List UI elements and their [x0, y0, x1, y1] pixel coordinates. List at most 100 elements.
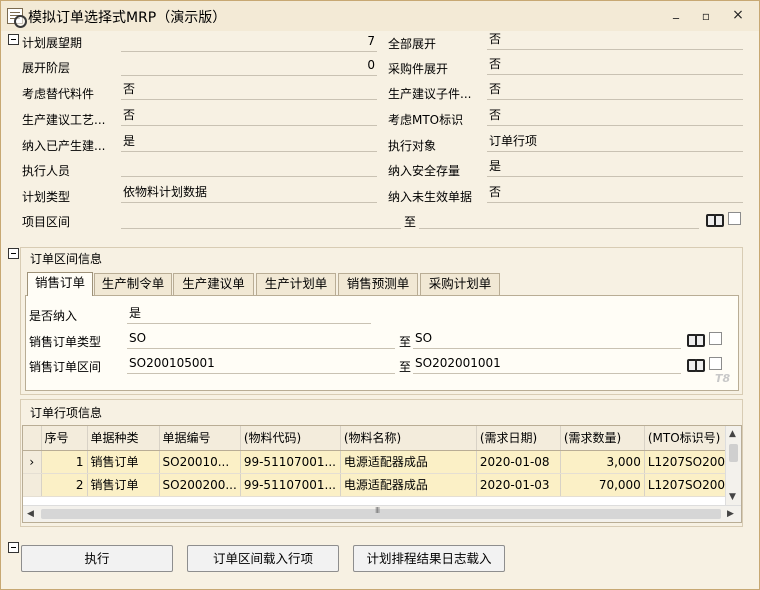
row-marker [23, 473, 42, 497]
order-range-label: 销售订单区间 [29, 360, 102, 374]
project-range-checkbox[interactable] [728, 212, 741, 225]
cell-demand-date[interactable]: 2020-01-08 [476, 450, 561, 474]
order-type-to-field[interactable]: SO [413, 329, 681, 349]
grid-horizontal-scrollbar[interactable]: ◀ ▶ [23, 505, 741, 522]
cell-demand-qty[interactable]: 3,000 [560, 450, 645, 474]
window-title: 模拟订单选择式MRP（演示版） [28, 10, 227, 26]
exec-object-field[interactable]: 订单行项 [487, 132, 743, 152]
order-range-collapse-icon[interactable] [8, 248, 19, 259]
title-bar: 模拟订单选择式MRP（演示版） _ ▫ × [1, 1, 759, 31]
cell-item-code[interactable]: 99-51107001... [240, 473, 341, 497]
cell-item-name[interactable]: 电源适配器成品 [340, 473, 477, 497]
plan-type-field[interactable]: 依物料计划数据 [121, 183, 377, 203]
include-safety-stock-field[interactable]: 是 [487, 157, 743, 177]
row-header-corner [23, 426, 42, 451]
order-type-lookup-icon[interactable] [687, 331, 705, 347]
col-header-doc-type[interactable]: 单据种类 [87, 426, 160, 451]
project-range-to-field[interactable] [419, 209, 699, 229]
col-header-item-code[interactable]: (物料代码) [240, 426, 341, 451]
cell-demand-date[interactable]: 2020-01-03 [476, 473, 561, 497]
grid-vertical-scrollbar[interactable]: ▲ ▼ [725, 426, 741, 506]
plan-period-label: 计划展望期 [22, 36, 83, 50]
executor-label: 执行人员 [22, 164, 71, 178]
params-collapse-icon[interactable] [8, 34, 19, 45]
consider-mto-label: 考虑MTO标识 [388, 113, 464, 127]
row-marker: › [23, 450, 42, 474]
production-suggest-process-field[interactable]: 否 [121, 106, 377, 126]
plan-type-label: 计划类型 [22, 190, 71, 204]
project-range-from-field[interactable] [121, 209, 401, 229]
production-suggest-sub-field[interactable]: 否 [487, 80, 743, 100]
order-lines-title: 订单行项信息 [30, 406, 103, 420]
minimize-button[interactable]: _ [669, 5, 683, 19]
include-unapproved-field[interactable]: 否 [487, 183, 743, 203]
order-type-label: 销售订单类型 [29, 335, 102, 349]
consider-substitute-field[interactable]: 否 [121, 80, 377, 100]
col-header-item-name[interactable]: (物料名称) [340, 426, 477, 451]
include-safety-stock-label: 纳入安全存量 [388, 164, 461, 178]
order-type-to-label: 至 [399, 335, 412, 349]
tab-sales-order[interactable]: 销售订单 [27, 272, 93, 296]
cell-seq[interactable]: 2 [41, 473, 88, 497]
plan-period-field[interactable]: 7 [121, 32, 377, 52]
load-log-button[interactable]: 计划排程结果日志载入 [353, 545, 505, 572]
order-range-lookup-icon[interactable] [687, 356, 705, 372]
scroll-right-icon[interactable]: ▶ [727, 509, 734, 519]
table-row[interactable]: 2 销售订单 SO200200... 99-51107001... 电源适配器成… [23, 473, 741, 497]
expand-level-label: 展开阶层 [22, 61, 71, 75]
expand-level-field[interactable]: 0 [121, 56, 377, 76]
execute-button[interactable]: 执行 [21, 545, 173, 572]
cell-doc-type[interactable]: 销售订单 [87, 473, 160, 497]
tab-production-order[interactable]: 生产制令单 [94, 273, 172, 295]
vertical-scroll-thumb[interactable] [729, 444, 738, 462]
tab-sales-forecast[interactable]: 销售预测单 [338, 273, 418, 295]
load-range-button[interactable]: 订单区间载入行项 [187, 545, 339, 572]
production-suggest-process-label: 生产建议工艺... [22, 113, 106, 127]
order-type-checkbox[interactable] [709, 332, 722, 345]
order-range-checkbox[interactable] [709, 357, 722, 370]
cell-item-code[interactable]: 99-51107001... [240, 450, 341, 474]
col-header-demand-date[interactable]: (需求日期) [476, 426, 561, 451]
include-produced-field[interactable]: 是 [121, 132, 377, 152]
expand-all-label: 全部展开 [388, 37, 437, 51]
order-type-from-field[interactable]: SO [127, 329, 395, 349]
include-field[interactable]: 是 [127, 304, 371, 324]
cell-doc-no[interactable]: SO200200... [159, 473, 241, 497]
production-suggest-sub-label: 生产建议子件... [388, 87, 472, 101]
order-lines-grid: 序号 单据种类 单据编号 (物料代码) (物料名称) (需求日期) (需求数量)… [22, 425, 742, 523]
project-range-lookup-icon[interactable] [706, 211, 724, 227]
app-icon [7, 8, 27, 28]
maximize-button[interactable]: ▫ [699, 9, 713, 23]
cell-doc-type[interactable]: 销售订单 [87, 450, 160, 474]
scroll-down-icon[interactable]: ▼ [729, 492, 736, 502]
cell-item-name[interactable]: 电源适配器成品 [340, 450, 477, 474]
purchase-expand-label: 采购件展开 [388, 62, 449, 76]
actions-collapse-icon[interactable] [8, 542, 19, 553]
table-row[interactable]: › 1 销售订单 SO20010... 99-51107001... 电源适配器… [23, 450, 741, 474]
consider-mto-field[interactable]: 否 [487, 106, 743, 126]
col-header-doc-no[interactable]: 单据编号 [159, 426, 241, 451]
project-range-to-label: 至 [404, 215, 417, 229]
order-range-to-field[interactable]: SO202001001 [413, 354, 681, 374]
tab-production-suggestion[interactable]: 生产建议单 [173, 273, 254, 295]
tab-production-plan[interactable]: 生产计划单 [256, 273, 336, 295]
expand-all-field[interactable]: 否 [487, 30, 743, 50]
scroll-left-icon[interactable]: ◀ [27, 509, 34, 519]
scroll-up-icon[interactable]: ▲ [729, 429, 736, 439]
cell-demand-qty[interactable]: 70,000 [560, 473, 645, 497]
cell-doc-no[interactable]: SO20010... [159, 450, 241, 474]
col-header-demand-qty[interactable]: (需求数量) [560, 426, 645, 451]
executor-field[interactable] [121, 157, 377, 177]
exec-object-label: 执行对象 [388, 139, 437, 153]
cell-seq[interactable]: 1 [41, 450, 88, 474]
consider-substitute-label: 考虑替代料件 [22, 87, 95, 101]
order-range-to-label: 至 [399, 360, 412, 374]
col-header-seq[interactable]: 序号 [41, 426, 88, 451]
order-range-from-field[interactable]: SO200105001 [127, 354, 395, 374]
include-label: 是否纳入 [29, 309, 78, 323]
purchase-expand-field[interactable]: 否 [487, 55, 743, 75]
close-button[interactable]: × [731, 7, 745, 23]
tab-purchase-plan[interactable]: 采购计划单 [420, 273, 500, 295]
horizontal-scroll-thumb[interactable] [41, 506, 721, 519]
project-range-label: 项目区间 [22, 215, 71, 229]
